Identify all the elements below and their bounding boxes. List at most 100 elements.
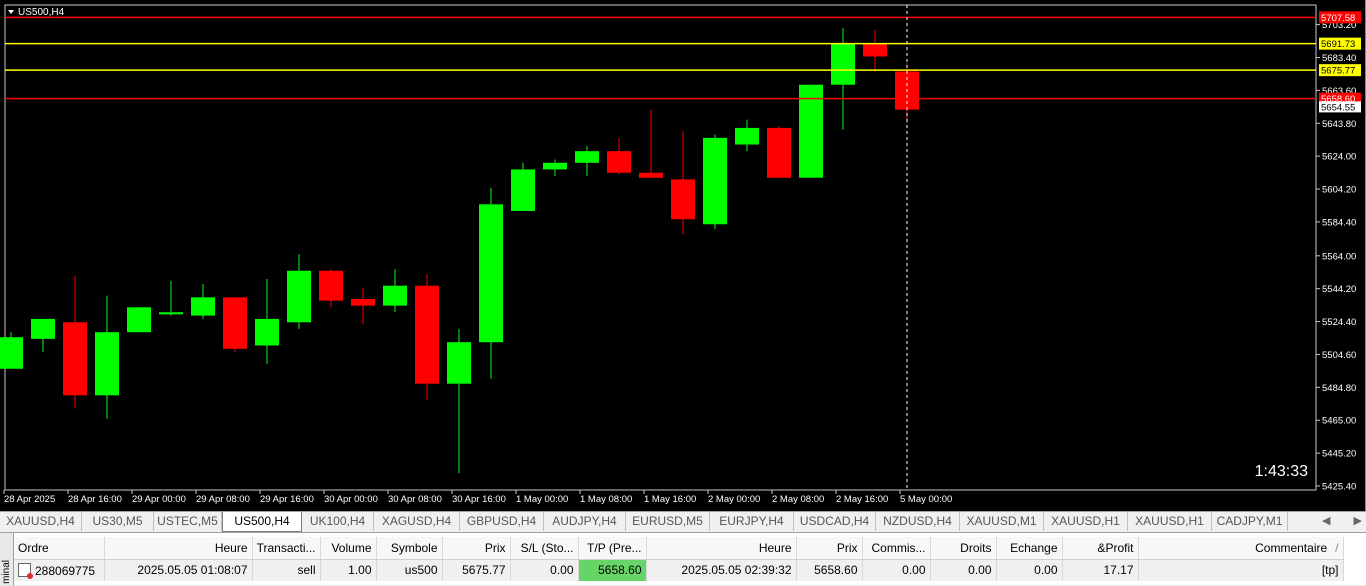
symbol-tab[interactable]: US500,H4 [222, 512, 302, 532]
symbol-tab[interactable]: EURJPY,H4 [710, 512, 794, 531]
price-label: 5425.40 [1322, 482, 1356, 493]
level-badge-text: 5675.77 [1321, 66, 1355, 77]
level-badge-text: 5707.58 [1321, 13, 1355, 24]
candle-body [0, 337, 23, 369]
scroll-right-icon[interactable]: ▶ [1354, 512, 1362, 531]
terminal-side-tab[interactable]: minal [0, 533, 14, 586]
table-cell: 288069775 [14, 559, 105, 581]
candle-body [287, 270, 311, 323]
symbol-tab[interactable]: USDCAD,H4 [794, 512, 876, 531]
candle-body [671, 179, 695, 220]
time-label: 28 Apr 2025 [4, 494, 55, 505]
symbol-tab[interactable]: XAUUSD,H4 [0, 512, 82, 531]
column-header[interactable]: Prix [442, 537, 511, 560]
column-header[interactable]: Commis... [862, 537, 931, 560]
candle-body [543, 162, 567, 170]
candle-body [127, 307, 151, 333]
symbol-tab[interactable]: XAGUSD,H4 [374, 512, 460, 531]
time-label: 29 Apr 00:00 [132, 494, 186, 505]
candle-body [639, 172, 663, 178]
price-label: 5564.00 [1322, 251, 1356, 262]
tab-scroll[interactable]: ◀ ▶ [1322, 512, 1362, 531]
sort-icon: / [1335, 540, 1339, 555]
candle-body [447, 342, 471, 384]
symbol-tab[interactable]: US30,M5 [82, 512, 154, 531]
column-header[interactable]: Symbole [376, 537, 443, 560]
symbol-tab[interactable]: AUDJPY,H4 [544, 512, 626, 531]
symbol-tab[interactable]: XAUUSD,M1 [960, 512, 1044, 531]
price-chart[interactable]: 5703.205683.405663.605643.805624.005604.… [0, 0, 1366, 511]
price-label: 5465.00 [1322, 416, 1356, 427]
candle-body [479, 204, 503, 343]
symbol-tab[interactable]: NZDUSD,H4 [876, 512, 960, 531]
candle-body [703, 137, 727, 225]
time-label: 1 May 08:00 [580, 494, 632, 505]
price-label: 5643.80 [1322, 119, 1356, 130]
column-header[interactable]: &Profit [1062, 537, 1139, 560]
symbol-tab[interactable]: GBPUSD,H4 [460, 512, 544, 531]
scroll-left-icon[interactable]: ◀ [1322, 512, 1330, 531]
table-cell: 0.00 [996, 559, 1063, 581]
symbol-tab[interactable]: CADJPY,M1 [1212, 512, 1288, 531]
time-label: 30 Apr 08:00 [388, 494, 442, 505]
time-label: 2 May 16:00 [836, 494, 888, 505]
table-cell: 2025.05.05 01:08:07 [104, 559, 253, 581]
time-label: 30 Apr 00:00 [324, 494, 378, 505]
column-header[interactable]: Commentaire / [1138, 537, 1344, 560]
column-header[interactable]: Heure [646, 537, 797, 560]
column-header[interactable]: Volume [320, 537, 377, 560]
time-label: 2 May 00:00 [708, 494, 760, 505]
table-cell: 17.17 [1062, 559, 1139, 581]
table-cell: sell [252, 559, 321, 581]
time-label: 30 Apr 16:00 [452, 494, 506, 505]
table-cell: 0.00 [930, 559, 997, 581]
column-header[interactable]: S/L (Sto... [510, 537, 579, 560]
table-cell: 1.00 [320, 559, 377, 581]
chart-area[interactable]: 5703.20 5683.40 5663.60 5643.80 5624.00 5604.… [0, 0, 1366, 511]
table-cell: 5658.60 [796, 559, 863, 581]
symbol-tab[interactable]: EURUSD,M5 [626, 512, 710, 531]
candle-body [223, 297, 247, 349]
candle-body [607, 151, 631, 173]
candle-body [863, 43, 887, 57]
symbol-tab[interactable]: XAUUSD,H1 [1044, 512, 1128, 531]
price-label: 5624.00 [1322, 152, 1356, 163]
price-label: 5524.40 [1322, 317, 1356, 328]
table-cell: [tp] [1138, 559, 1344, 581]
column-header[interactable]: Droits [930, 537, 997, 560]
terminal-panel: minal Ordre Heure Transacti... Volume Symbol… [0, 532, 1366, 586]
column-header[interactable]: Heure [104, 537, 253, 560]
candle-body [319, 270, 343, 301]
candle-body [415, 285, 439, 384]
level-badge-text: 5691.73 [1321, 39, 1355, 50]
orders-table: Ordre Heure Transacti... Volume Symbole Prix S… [14, 537, 1344, 581]
candle-body [575, 151, 599, 163]
column-header[interactable]: Transacti... [252, 537, 321, 560]
chevron-down-icon [8, 10, 14, 14]
table-header-row: Ordre Heure Transacti... Volume Symbole Prix S… [14, 537, 1344, 560]
column-header[interactable]: Prix [796, 537, 863, 560]
candle-body [95, 332, 119, 396]
symbol-tab[interactable]: XAUUSD,H1 [1128, 512, 1212, 531]
symbol-tabs: XAUUSD,H4 US30,M5 USTEC,M5 US500,H4 UK100,H4… [0, 511, 1366, 532]
price-label: 5484.80 [1322, 383, 1356, 394]
table-row[interactable]: 288069775 2025.05.05 01:08:07 sell 1.00 us50… [14, 559, 1344, 581]
column-header[interactable]: Echange [996, 537, 1063, 560]
candle-body [63, 322, 87, 396]
time-label: 1 May 00:00 [516, 494, 568, 505]
column-header[interactable]: T/P (Pre... [578, 537, 647, 560]
candle-body [255, 318, 279, 346]
candle-body [351, 298, 375, 306]
time-label: 29 Apr 08:00 [196, 494, 250, 505]
symbol-tab[interactable]: USTEC,M5 [154, 512, 222, 531]
time-label: 29 Apr 16:00 [260, 494, 314, 505]
candle-body [191, 297, 215, 316]
candle-body [511, 169, 535, 211]
chart-title: US500,H4 [18, 7, 65, 18]
table-cell: 2025.05.05 02:39:32 [646, 559, 797, 581]
candle-body [767, 127, 791, 178]
price-label: 5544.20 [1322, 284, 1356, 295]
time-label: 1 May 16:00 [644, 494, 696, 505]
symbol-tab[interactable]: UK100,H4 [302, 512, 374, 531]
column-header[interactable]: Ordre [14, 537, 105, 560]
